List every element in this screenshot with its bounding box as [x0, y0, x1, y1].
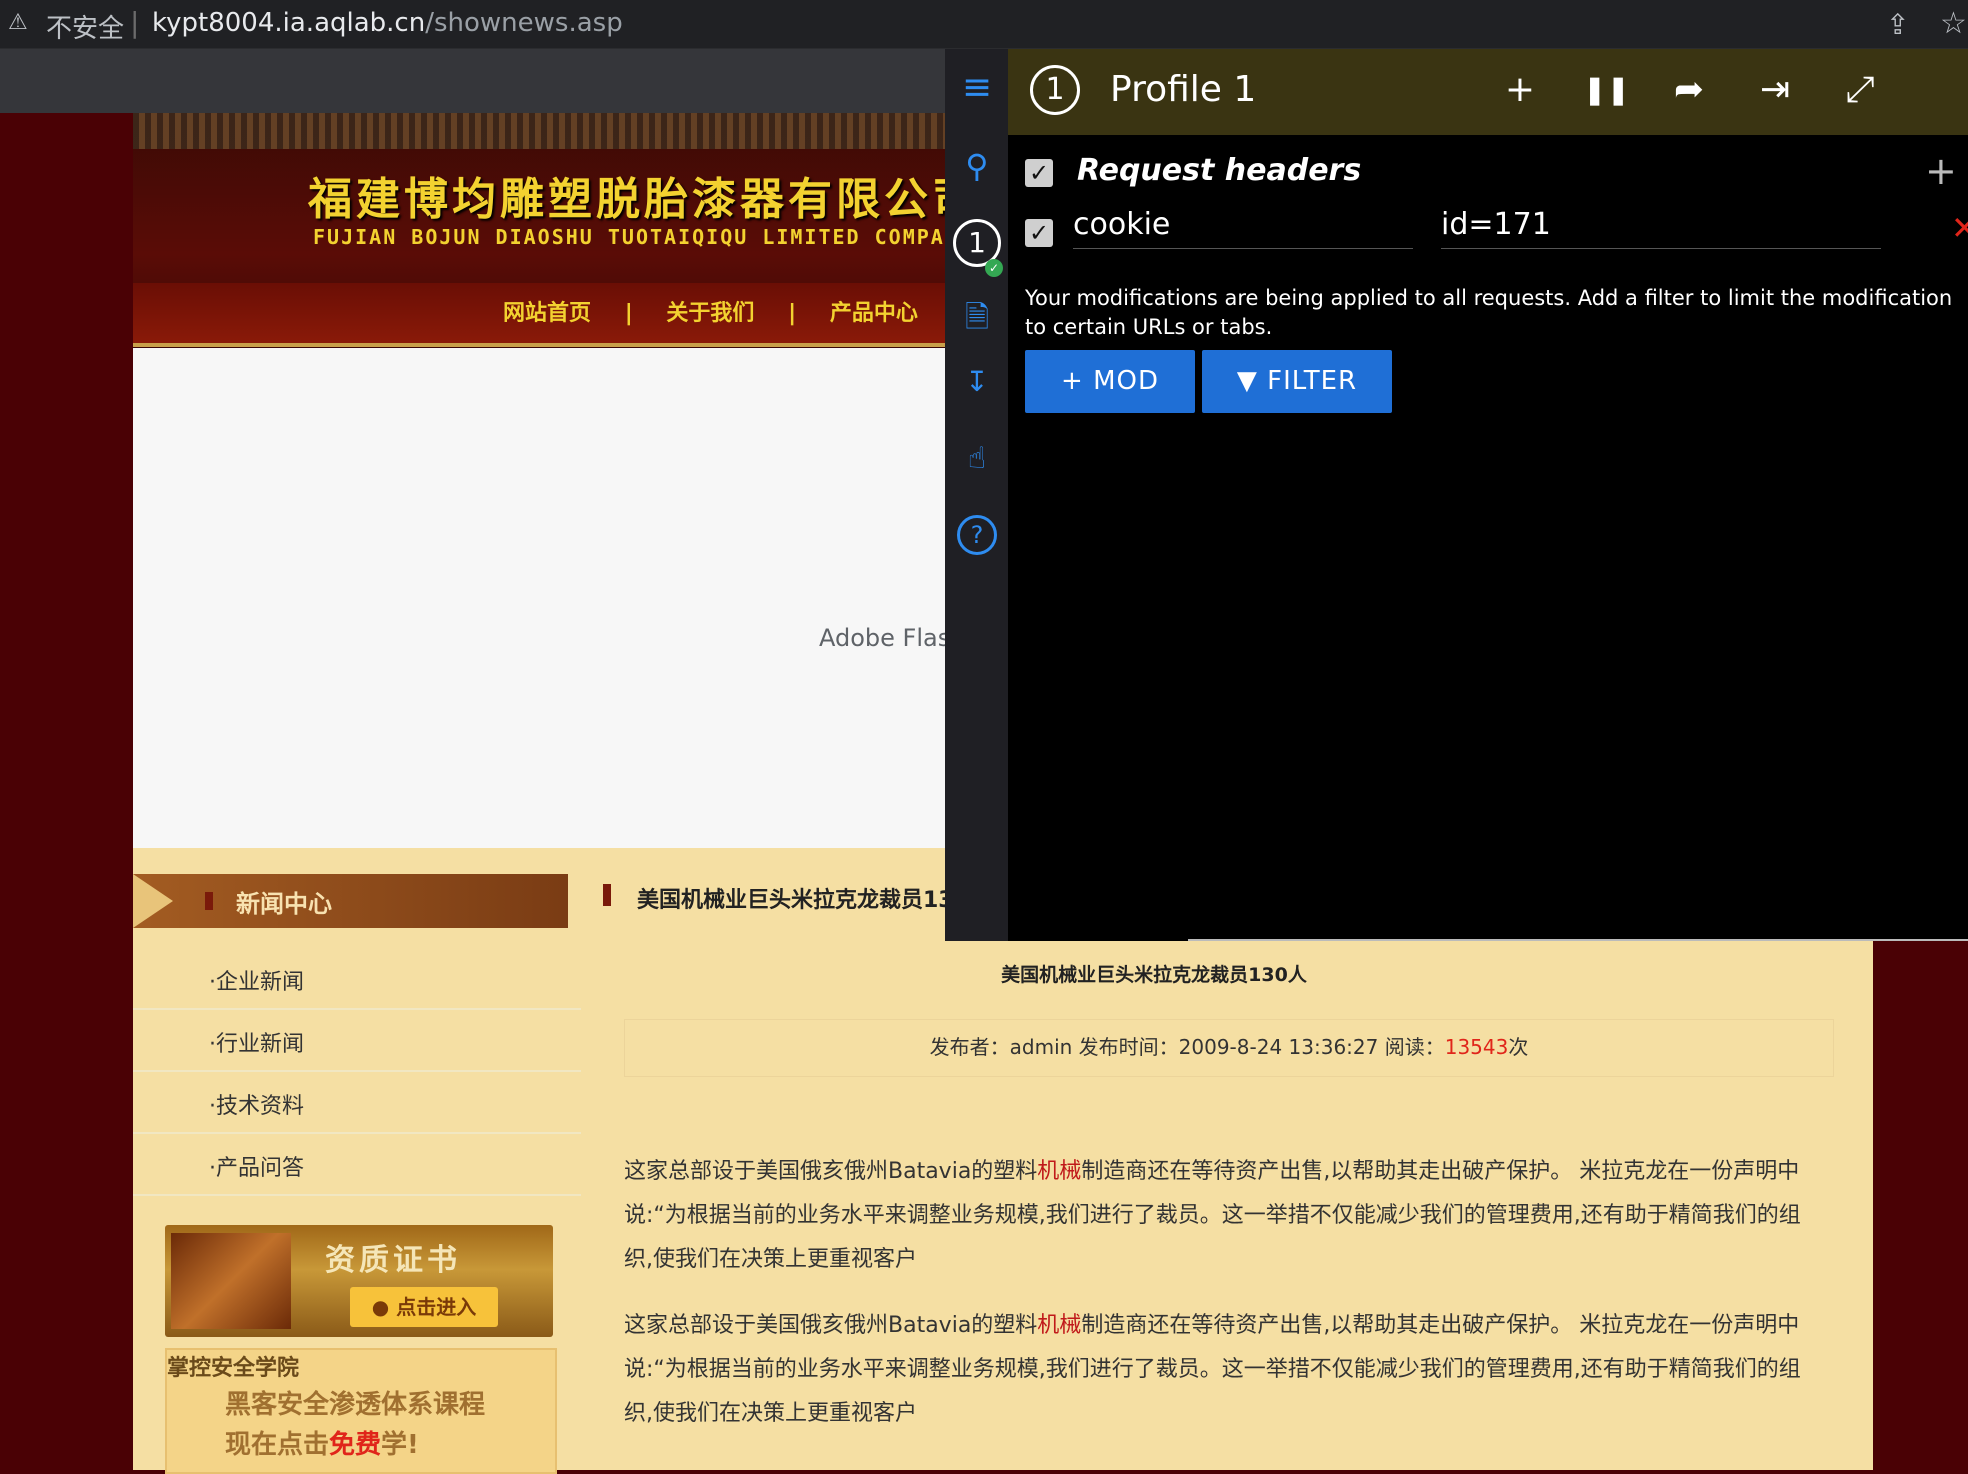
company-name-en: FUJIAN BOJUN DIAOSHU TUOTAIQIQU LIMITED …: [313, 225, 973, 249]
extension-popup: ≡ ⚲ 1 ✓ 🗎 ↧ ☝ ? 1 Profile 1 + ❚❚ ➦ ⇥ ⤢ ✓…: [945, 49, 1968, 941]
add-mod-button[interactable]: + MOD: [1025, 350, 1195, 413]
article-title: 美国机械业巨头米拉克龙裁员130人: [1001, 964, 1307, 986]
article-meta: 发布者：admin 发布时间：2009-8-24 13:36:27 阅读：135…: [624, 1019, 1834, 1077]
article-paragraph: 这家总部设于美国俄亥俄州Batavia的塑料机械制造商还在等待资产出售,以帮助其…: [624, 1304, 1824, 1436]
menu-item-label[interactable]: ·产品问答: [209, 1150, 304, 1182]
enter-button-label: 点击进入: [396, 1295, 477, 1319]
para-text: 这家总部设于美国俄亥俄州Batavia的塑料: [624, 1313, 1038, 1338]
extension-sidebar: ≡ ⚲ 1 ✓ 🗎 ↧ ☝ ?: [945, 49, 1008, 941]
nav-home[interactable]: 网站首页: [503, 301, 591, 326]
ad-line: 现在点击免费学!: [225, 1424, 419, 1461]
news-center-title: 新闻中心: [236, 890, 332, 918]
profile-title[interactable]: Profile 1: [1110, 69, 1256, 110]
menu-item-label[interactable]: ·技术资料: [209, 1088, 304, 1120]
ad-title: 掌控安全学院: [167, 1356, 300, 1381]
ad-text: 现在点击: [225, 1430, 330, 1460]
bookmark-star-icon[interactable]: ☆: [1940, 6, 1967, 41]
certificate-title: 资质证书: [325, 1243, 461, 1278]
expand-icon[interactable]: ⤢: [1838, 69, 1882, 111]
company-name-cn: 福建博均雕塑脱胎漆器有限公司: [308, 174, 980, 225]
certificate-banner[interactable]: 资质证书 ● 点击进入: [165, 1225, 553, 1337]
nav-about[interactable]: 关于我们: [666, 301, 754, 326]
header-value-input[interactable]: id=171: [1441, 207, 1881, 249]
divider: |: [130, 6, 140, 39]
delete-header-icon[interactable]: ✕: [1951, 209, 1968, 247]
ad-free-text: 免费: [329, 1430, 382, 1460]
play-icon: ●: [371, 1295, 390, 1319]
left-sidebar: 新闻中心 ·企业新闻 ·行业新闻 ·技术资料 ·产品问答 资质证书 ● 点击进入…: [133, 848, 581, 1474]
security-label[interactable]: 不安全: [46, 8, 124, 45]
nav-products[interactable]: 产品中心: [830, 301, 918, 326]
search-icon[interactable]: ⚲: [955, 147, 999, 185]
pause-icon[interactable]: ❚❚: [1583, 73, 1630, 106]
menu-item-label[interactable]: ·行业新闻: [209, 1026, 304, 1058]
view-count: 13543: [1444, 1035, 1509, 1059]
article-content: 美国机械业巨头米拉克龙裁员130人 美国机械业巨头米拉克龙裁员130人 发布者：…: [581, 848, 1873, 1470]
thumbs-up-icon[interactable]: ☝: [955, 441, 999, 476]
add-header-icon[interactable]: +: [1925, 149, 1957, 193]
warning-icon: ⚠: [8, 10, 28, 35]
arrow-icon: [133, 874, 173, 928]
url-text[interactable]: kypt8004.ia.aqlab.cn/shownews.asp: [152, 8, 623, 38]
filter-button-label: FILTER: [1267, 366, 1358, 396]
url-path: /shownews.asp: [425, 8, 623, 38]
machinery-link[interactable]: 机械: [1037, 1159, 1081, 1184]
para-text: 这家总部设于美国俄亥俄州Batavia的塑料: [624, 1159, 1038, 1184]
request-headers-checkbox[interactable]: ✓: [1025, 159, 1053, 187]
url-host: kypt8004.ia.aqlab.cn: [152, 8, 426, 38]
add-file-icon[interactable]: 🗎: [955, 295, 999, 346]
profile-number-badge[interactable]: 1: [1030, 65, 1080, 115]
request-headers-title: Request headers: [1077, 153, 1362, 188]
menu-item-product-faq[interactable]: ·产品问答: [133, 1134, 581, 1196]
ad-line: 黑客安全渗透体系课程: [225, 1390, 486, 1420]
add-icon[interactable]: +: [1498, 69, 1542, 110]
bullet-icon: [205, 892, 213, 910]
machinery-link[interactable]: 机械: [1037, 1313, 1081, 1338]
address-bar[interactable]: ⚠ 不安全 | kypt8004.ia.aqlab.cn/shownews.as…: [0, 0, 1968, 49]
article-heading: 美国机械业巨头米拉克龙裁员130人: [637, 888, 991, 913]
add-filter-button[interactable]: ▼ FILTER: [1202, 350, 1392, 413]
ad-text: 学!: [381, 1430, 419, 1460]
security-academy-ad[interactable]: 掌控安全学院 黑客安全渗透体系课程 现在点击免费学!: [165, 1348, 557, 1474]
sort-icon[interactable]: ↧: [955, 365, 999, 398]
import-icon[interactable]: ⇥: [1753, 69, 1797, 110]
meta-suffix: 次: [1508, 1035, 1529, 1059]
popup-bottom-border: [1188, 939, 1968, 941]
nav-separator: |: [788, 301, 797, 326]
enter-button[interactable]: ● 点击进入: [350, 1287, 498, 1327]
filter-icon: ▼: [1236, 366, 1258, 396]
modification-note: Your modifications are being applied to …: [1025, 286, 1953, 339]
meta-text: 发布者：admin 发布时间：2009-8-24 13:36:27 阅读：: [929, 1035, 1445, 1059]
menu-item-tech-docs[interactable]: ·技术资料: [133, 1072, 581, 1134]
share-icon[interactable]: ⇪: [1886, 8, 1909, 41]
share-icon[interactable]: ➦: [1667, 69, 1711, 110]
nav-separator: |: [624, 301, 633, 326]
header-name-input[interactable]: cookie: [1073, 207, 1413, 249]
news-center-header: 新闻中心: [133, 874, 568, 928]
menu-item-company-news[interactable]: ·企业新闻: [133, 948, 581, 1010]
wood-carving-image: [171, 1233, 291, 1329]
active-check-icon: ✓: [985, 259, 1003, 277]
menu-icon[interactable]: ≡: [955, 67, 999, 108]
help-icon[interactable]: ?: [955, 515, 999, 555]
bullet-icon: [603, 884, 611, 906]
article-paragraph: 这家总部设于美国俄亥俄州Batavia的塑料机械制造商还在等待资产出售,以帮助其…: [624, 1150, 1824, 1282]
cookie-header-checkbox[interactable]: ✓: [1025, 219, 1053, 247]
menu-item-industry-news[interactable]: ·行业新闻: [133, 1010, 581, 1072]
menu-item-label[interactable]: ·企业新闻: [209, 964, 304, 996]
